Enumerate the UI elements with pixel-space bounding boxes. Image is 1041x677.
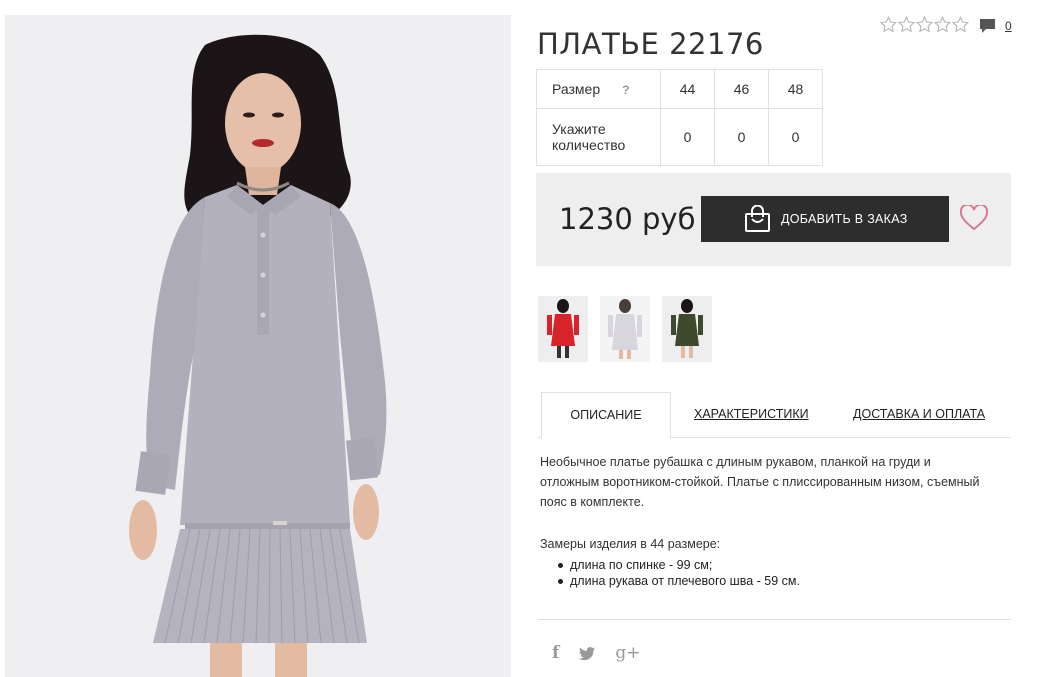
description-text: Необычное платье рубашка с длиным рукаво… (540, 455, 980, 509)
add-to-order-label: ДОБАВИТЬ В ЗАКАЗ (781, 212, 908, 226)
thumbnail-olive[interactable] (662, 296, 712, 362)
size-help-icon[interactable]: ? (622, 83, 629, 97)
star-icon[interactable] (898, 16, 915, 33)
measurements-list: длина по спинке - 99 см; длина рукава от… (540, 557, 800, 589)
rating-stars[interactable] (880, 16, 969, 33)
heart-icon[interactable] (960, 205, 988, 231)
tab-specs[interactable]: ХАРАКТЕРИСТИКИ (694, 392, 809, 436)
measurements-title: Замеры изделия в 44 размере: (540, 537, 721, 551)
size-table: Размер? 44 46 48 Укажите количество 0 0 … (536, 69, 823, 166)
star-icon[interactable] (934, 16, 951, 33)
comments-link[interactable]: 0 (979, 18, 1012, 34)
comment-count[interactable]: 0 (1005, 19, 1012, 33)
star-icon[interactable] (916, 16, 933, 33)
twitter-icon[interactable] (579, 646, 596, 660)
quantity-label-line2: количество (552, 137, 626, 153)
thumbnail-grey[interactable] (600, 296, 650, 362)
size-label-cell: Размер? (536, 69, 661, 109)
quantity-input-44[interactable]: 0 (660, 108, 715, 166)
tab-delivery[interactable]: ДОСТАВКА И ОПЛАТА (853, 392, 985, 436)
facebook-icon[interactable]: f (552, 643, 559, 663)
divider (538, 619, 1011, 620)
quantity-input-46[interactable]: 0 (714, 108, 769, 166)
quantity-label-line1: Укажите (552, 121, 606, 137)
list-item: длина по спинке - 99 см; (540, 557, 800, 573)
tab-description[interactable]: ОПИСАНИЕ (541, 392, 671, 439)
buy-box: 1230 руб ДОБАВИТЬ В ЗАКАЗ (536, 173, 1011, 266)
google-plus-icon[interactable]: g+ (615, 643, 640, 663)
thumbnail-red[interactable] (538, 296, 588, 362)
size-label: Размер (552, 81, 601, 97)
color-thumbnails (538, 296, 712, 362)
list-item: длина рукава от плечевого шва - 59 см. (540, 573, 800, 589)
comment-icon (980, 19, 995, 33)
quantity-input-48[interactable]: 0 (768, 108, 823, 166)
star-icon[interactable] (880, 16, 897, 33)
size-48[interactable]: 48 (768, 69, 823, 109)
price: 1230 руб (559, 202, 696, 236)
size-46[interactable]: 46 (714, 69, 769, 109)
star-icon[interactable] (952, 16, 969, 33)
quantity-label-cell: Укажите количество (536, 108, 661, 166)
social-share: f g+ (552, 643, 640, 663)
size-44[interactable]: 44 (660, 69, 715, 109)
product-title: ПЛАТЬЕ 22176 (537, 27, 764, 62)
add-to-order-button[interactable]: ДОБАВИТЬ В ЗАКАЗ (701, 196, 949, 242)
product-main-photo[interactable] (5, 15, 511, 677)
shopping-bag-icon (745, 205, 770, 232)
product-tabs: ОПИСАНИЕ ХАРАКТЕРИСТИКИ ДОСТАВКА И ОПЛАТ… (537, 392, 1011, 439)
